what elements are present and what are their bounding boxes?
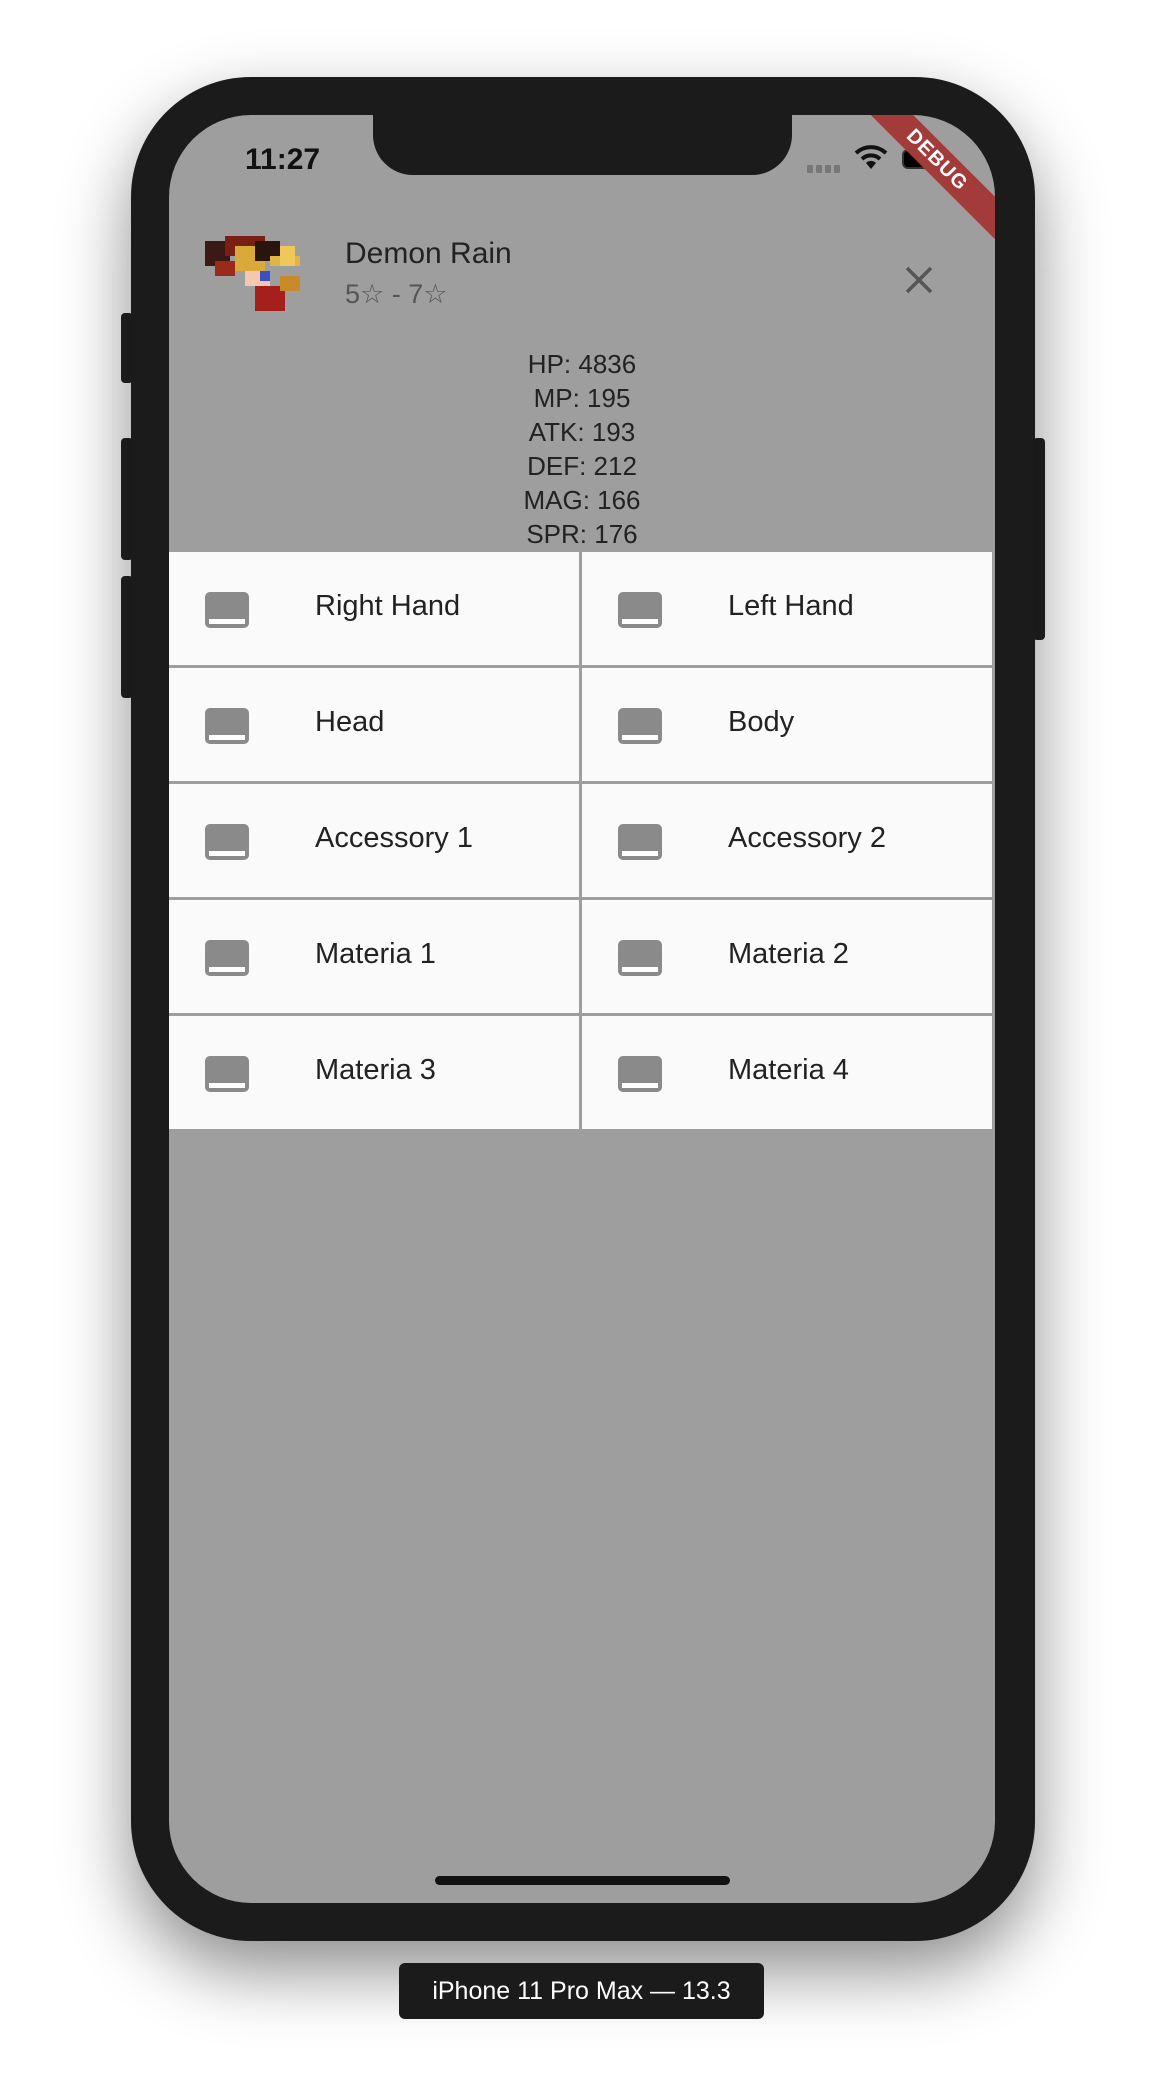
empty-slot-icon [205, 592, 249, 628]
slot-label: Accessory 2 [728, 822, 886, 854]
empty-slot-icon [618, 824, 662, 860]
notch [373, 115, 792, 175]
slot-left-hand[interactable]: Left Hand [582, 552, 992, 665]
empty-slot-icon [205, 940, 249, 976]
unit-avatar [205, 236, 300, 311]
slot-materia-2[interactable]: Materia 2 [582, 900, 992, 1013]
slot-label: Materia 1 [315, 938, 436, 970]
home-indicator[interactable] [435, 1876, 730, 1885]
close-icon[interactable] [899, 260, 939, 300]
slot-label: Materia 2 [728, 938, 849, 970]
slot-materia-3[interactable]: Materia 3 [169, 1016, 579, 1129]
slot-label: Materia 4 [728, 1054, 849, 1086]
slot-accessory-2[interactable]: Accessory 2 [582, 784, 992, 897]
wifi-icon [854, 145, 888, 169]
stat-def: DEF: 212 [527, 451, 637, 481]
slot-label: Right Hand [315, 590, 461, 622]
screen: 11:27 DEBUG Demon Rain 5☆ - 7☆ HP: 4836 … [169, 115, 995, 1903]
device-label: iPhone 11 Pro Max — 13.3 [399, 1963, 764, 2019]
stat-hp: HP: 4836 [527, 349, 637, 379]
empty-slot-icon [205, 1056, 249, 1092]
slot-body[interactable]: Body [582, 668, 992, 781]
slot-accessory-1[interactable]: Accessory 1 [169, 784, 579, 897]
unit-name: Demon Rain [345, 237, 512, 270]
stat-mp: MP: 195 [533, 383, 631, 413]
slot-label: Head [315, 706, 385, 738]
unit-rarity: 5☆ - 7☆ [345, 279, 448, 309]
empty-slot-icon [618, 708, 662, 744]
status-time: 11:27 [245, 143, 321, 176]
slot-materia-1[interactable]: Materia 1 [169, 900, 579, 1013]
empty-slot-icon [618, 1056, 662, 1092]
empty-slot-icon [205, 824, 249, 860]
stats-list: HP: 4836 MP: 195 ATK: 193 DEF: 212 MAG: … [169, 347, 995, 551]
empty-slot-icon [205, 708, 249, 744]
empty-slot-icon [618, 940, 662, 976]
signal-icon [807, 165, 840, 173]
slot-right-hand[interactable]: Right Hand [169, 552, 579, 665]
stat-mag: MAG: 166 [523, 485, 641, 515]
stat-atk: ATK: 193 [528, 417, 636, 447]
slot-label: Accessory 1 [315, 822, 473, 854]
equipment-grid: Right Hand Left Hand Head Body Accessory… [169, 552, 995, 1129]
slot-head[interactable]: Head [169, 668, 579, 781]
slot-label: Materia 3 [315, 1054, 436, 1086]
stat-spr: SPR: 176 [526, 519, 638, 549]
slot-materia-4[interactable]: Materia 4 [582, 1016, 992, 1129]
empty-slot-icon [618, 592, 662, 628]
slot-label: Left Hand [728, 590, 854, 622]
slot-label: Body [728, 706, 795, 738]
